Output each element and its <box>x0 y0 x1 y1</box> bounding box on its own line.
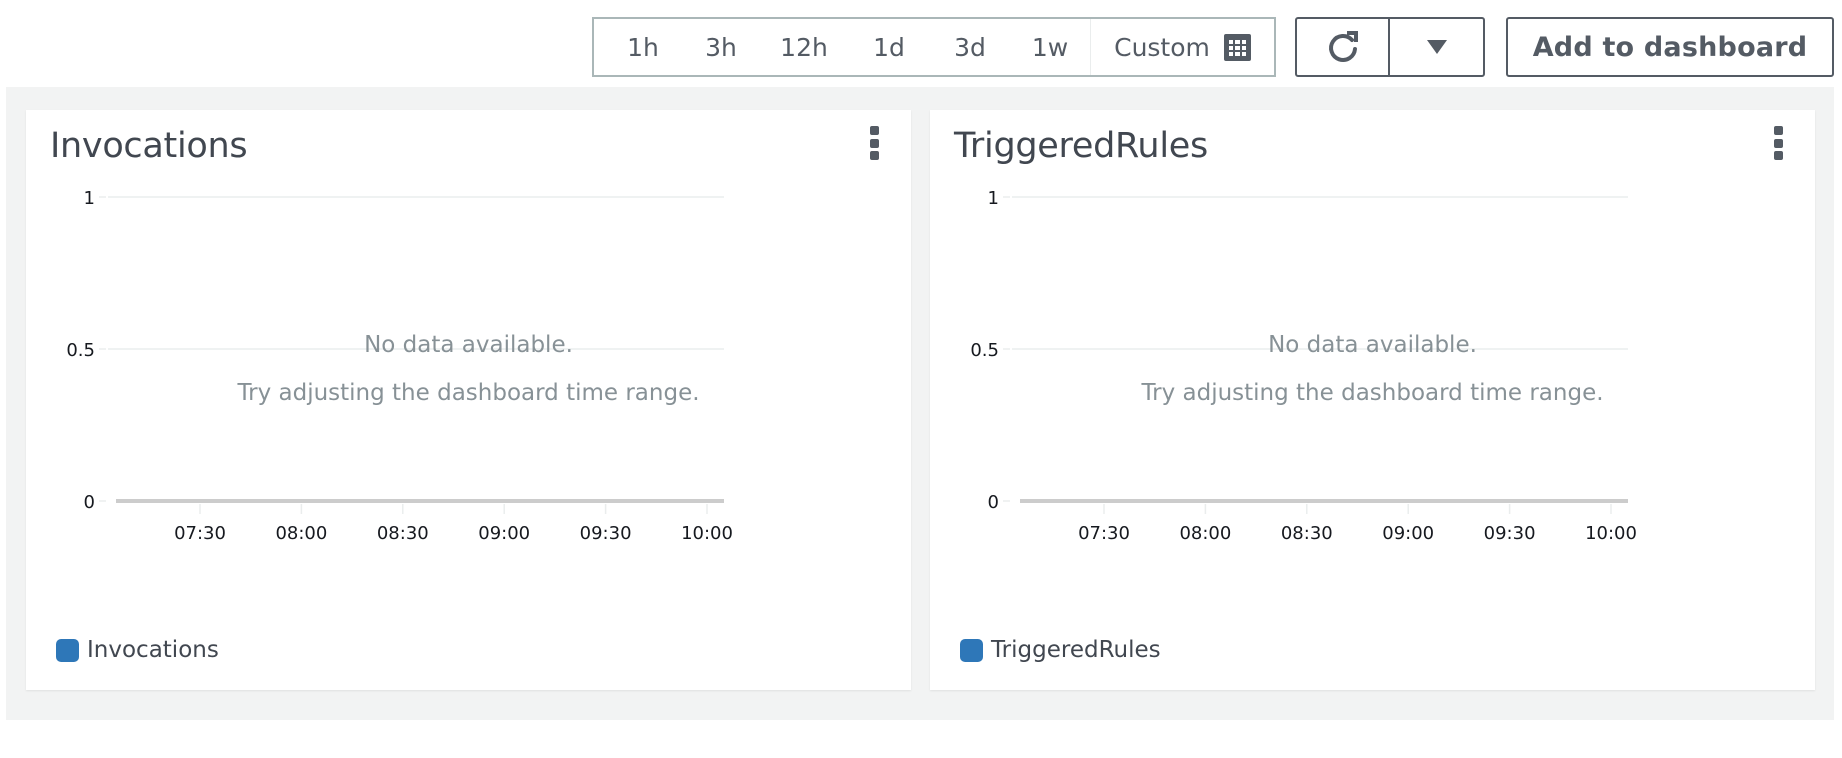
x-tick-label: 08:00 <box>1179 523 1231 544</box>
legend-item[interactable]: Invocations <box>56 637 219 663</box>
range-3d-button[interactable]: 3d <box>930 19 1010 75</box>
range-1w-button[interactable]: 1w <box>1010 19 1090 75</box>
x-tick-label: 07:30 <box>174 523 226 544</box>
refresh-icon <box>1328 31 1358 62</box>
y-tick-label: 1 <box>84 188 95 209</box>
x-tick-label: 10:00 <box>681 523 733 544</box>
range-3h-button[interactable]: 3h <box>682 19 760 75</box>
refresh-button[interactable] <box>1295 17 1390 77</box>
y-tick-label: 0 <box>988 492 999 513</box>
no-data-hint: Try adjusting the dashboard time range. <box>237 380 700 406</box>
legend-label: TriggeredRules <box>991 637 1161 663</box>
custom-range-label: Custom <box>1114 32 1210 62</box>
x-tick-label: 08:00 <box>275 523 327 544</box>
x-tick-label: 08:30 <box>377 523 429 544</box>
range-1d-button[interactable]: 1d <box>848 19 930 75</box>
legend-swatch <box>960 638 983 662</box>
no-data-hint: Try adjusting the dashboard time range. <box>1141 380 1604 406</box>
time-range-selector: 1h 3h 12h 1d 3d 1w Custom <box>592 17 1276 77</box>
legend-swatch <box>56 638 79 662</box>
no-data-message: No data available. <box>1268 332 1477 358</box>
more-vertical-icon[interactable] <box>1773 126 1785 160</box>
widget-title: Invocations <box>50 126 248 166</box>
add-to-dashboard-button[interactable]: Add to dashboard <box>1506 17 1834 77</box>
widget-title: TriggeredRules <box>954 126 1208 166</box>
legend-item[interactable]: TriggeredRules <box>960 637 1161 663</box>
x-tick-label: 09:00 <box>1382 523 1434 544</box>
range-1h-button[interactable]: 1h <box>594 19 682 75</box>
x-tick-label: 10:00 <box>1585 523 1637 544</box>
y-tick-label: 0 <box>84 492 95 513</box>
range-custom-button[interactable]: Custom <box>1090 19 1274 75</box>
x-tick-label: 09:00 <box>478 523 530 544</box>
legend-label: Invocations <box>87 637 219 663</box>
caret-down-icon <box>1426 40 1447 54</box>
widget-triggeredrules: 0 0.5 1 07:30 08:00 08:30 09:00 09:30 10:00 Trig… <box>930 110 1815 690</box>
x-tick-label: 09:30 <box>580 523 632 544</box>
x-tick-label: 08:30 <box>1281 523 1333 544</box>
range-12h-button[interactable]: 12h <box>760 19 848 75</box>
x-tick-label: 09:30 <box>1484 523 1536 544</box>
no-data-message: No data available. <box>364 332 573 358</box>
refresh-options-dropdown[interactable] <box>1388 17 1485 77</box>
x-tick-label: 07:30 <box>1078 523 1130 544</box>
more-vertical-icon[interactable] <box>869 126 881 160</box>
y-tick-label: 1 <box>988 188 999 209</box>
calendar-icon <box>1223 33 1251 61</box>
widget-invocations: 0 0.5 1 07:30 08:00 08:30 09:00 09:30 10:00 Invo… <box>26 110 911 690</box>
